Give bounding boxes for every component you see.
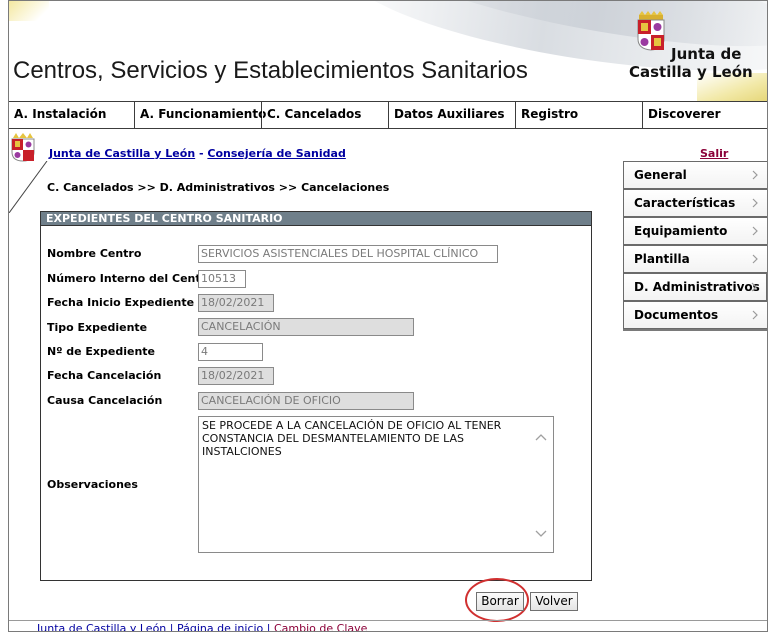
causa-cancelacion-field[interactable]: CANCELACIÓN DE OFICIO (198, 392, 414, 410)
chevron-right-icon (751, 282, 757, 292)
breadcrumb: C. Cancelados >> D. Administrativos >> C… (47, 181, 390, 194)
tipo-expediente-label: Tipo Expediente (47, 321, 148, 334)
content-corner-decoration (9, 161, 48, 213)
menu-item-funcionamiento[interactable]: A. Funcionamiento (135, 102, 266, 128)
logo-text-line2: Castilla y León (629, 63, 753, 81)
sidenav-item-label: Plantilla (634, 252, 690, 266)
panel-title: EXPEDIENTES DEL CENTRO SANITARIO (41, 212, 591, 226)
fecha-inicio-field[interactable]: 18/02/2021 (198, 294, 274, 312)
junta-link[interactable]: Junta de Castilla y León (49, 147, 195, 160)
site-title: Centros, Servicios y Establecimientos Sa… (13, 57, 528, 84)
sidenav-item-label: Características (634, 196, 736, 210)
footer-cambio-clave-link[interactable]: Cambio de Clave (274, 622, 367, 631)
causa-cancelacion-label: Causa Cancelación (47, 394, 163, 407)
volver-button[interactable]: Volver (530, 592, 578, 611)
sidenav-item-label: Equipamiento (634, 224, 728, 238)
observaciones-label: Observaciones (47, 478, 138, 491)
sidenav-bottom-border (623, 329, 767, 341)
sidenav-item-equipamiento[interactable]: Equipamiento (623, 217, 767, 245)
sidenav-item-documentos[interactable]: Documentos (623, 301, 767, 329)
chevron-right-icon (752, 310, 758, 320)
footer-junta-link[interactable]: Junta de Castilla y León (37, 622, 166, 631)
sidenav-item-caracteristicas[interactable]: Características (623, 189, 767, 217)
institution-links: Junta de Castilla y León - Consejería de… (49, 147, 346, 160)
coat-of-arms-icon (11, 133, 35, 162)
sidenav-item-plantilla[interactable]: Plantilla (623, 245, 767, 273)
tipo-expediente-field[interactable]: CANCELACIÓN (198, 318, 414, 336)
sidenav-item-d-administrativos[interactable]: D. Administrativos (623, 273, 767, 301)
junta-logo: Junta de Castilla y León (625, 9, 753, 81)
menu-item-instalacion[interactable]: A. Instalación (9, 102, 135, 128)
consejeria-link[interactable]: Consejería de Sanidad (207, 147, 345, 160)
footer-separator: | (166, 622, 177, 632)
coat-of-arms-icon (637, 19, 665, 51)
chevron-right-icon (752, 198, 758, 208)
sidenav-item-label: General (634, 168, 687, 182)
menu-item-datos-auxiliares[interactable]: Datos Auxiliares (389, 102, 516, 128)
numero-interno-field[interactable]: 10513 (198, 270, 246, 288)
menu-item-cancelados[interactable]: C. Cancelados (262, 102, 389, 128)
link-separator: - (195, 147, 208, 160)
footer-inicio-link[interactable]: Página de inicio (177, 622, 263, 631)
side-nav: General Características Equipamiento Pla… (623, 161, 767, 341)
links-bar: Junta de Castilla y León - Consejería de… (9, 129, 767, 162)
app-frame: Centros, Servicios y Establecimientos Sa… (8, 0, 768, 632)
numero-expediente-field[interactable]: 4 (198, 343, 263, 361)
logo-text-line1: Junta de (671, 45, 742, 63)
logout-link[interactable]: Salir (700, 147, 728, 160)
footer-links: Junta de Castilla y León | Página de ini… (37, 622, 367, 632)
menu-item-discoverer[interactable]: Discoverer (643, 102, 767, 128)
numero-expediente-label: Nº de Expediente (47, 345, 156, 358)
header-decoration (9, 1, 49, 21)
chevron-right-icon (752, 226, 758, 236)
fecha-inicio-label: Fecha Inicio Expediente (47, 296, 195, 309)
borrar-button[interactable]: Borrar (476, 592, 524, 611)
scroll-down-icon[interactable] (535, 530, 547, 538)
page-header: Centros, Servicios y Establecimientos Sa… (9, 1, 767, 101)
numero-interno-label: Número Interno del Centro (47, 272, 214, 285)
top-menu: A. Instalación A. Funcionamiento C. Canc… (9, 101, 767, 129)
expedientes-panel: EXPEDIENTES DEL CENTRO SANITARIO Nombre … (40, 211, 592, 581)
chevron-right-icon (752, 170, 758, 180)
menu-item-registro[interactable]: Registro (516, 102, 643, 128)
sidenav-item-label: Documentos (634, 308, 719, 322)
fecha-cancelacion-field[interactable]: 18/02/2021 (198, 367, 274, 385)
sidenav-item-label: D. Administrativos (634, 280, 760, 294)
observaciones-textarea[interactable]: SE PROCEDE A LA CANCELACIÓN DE OFICIO AL… (198, 416, 554, 553)
footer-separator: | (263, 622, 274, 632)
nombre-centro-field[interactable]: SERVICIOS ASISTENCIALES DEL HOSPITAL CLÍ… (198, 245, 498, 263)
nombre-centro-label: Nombre Centro (47, 247, 142, 260)
fecha-cancelacion-label: Fecha Cancelación (47, 369, 162, 382)
chevron-right-icon (752, 254, 758, 264)
footer-divider (9, 620, 767, 621)
scroll-up-icon[interactable] (535, 433, 547, 441)
observaciones-text: SE PROCEDE A LA CANCELACIÓN DE OFICIO AL… (202, 419, 502, 458)
sidenav-item-general[interactable]: General (623, 161, 767, 189)
